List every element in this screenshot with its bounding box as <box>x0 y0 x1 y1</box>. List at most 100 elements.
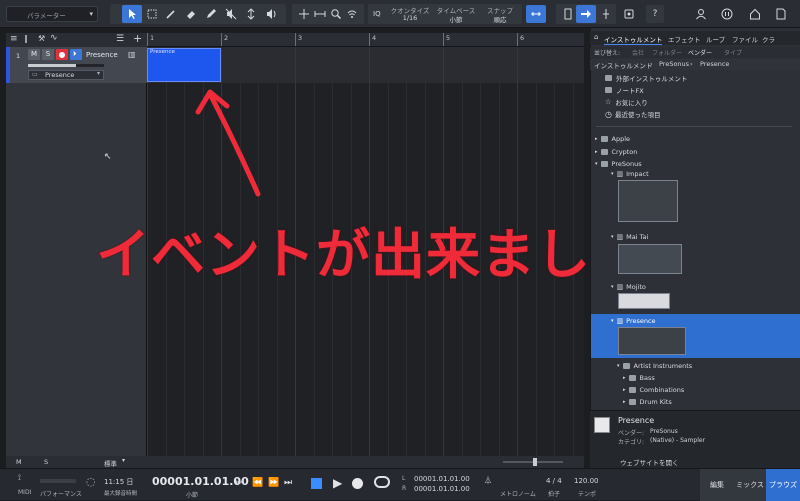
solo-button[interactable]: S <box>42 49 54 60</box>
arrange-scrollbar[interactable] <box>147 456 584 468</box>
tree-item-presence[interactable]: ▾ ▥ Presence <box>611 316 656 326</box>
tree-item-artist[interactable]: ▾ Artist Instruments <box>617 361 692 371</box>
quantize-value[interactable]: 1/16 <box>388 14 432 22</box>
tree-label: お気に入り <box>615 99 648 107</box>
breadcrumb-item[interactable]: PreSonus <box>659 60 689 68</box>
sort-folder[interactable]: フォルダー <box>652 48 682 57</box>
browser-tab[interactable]: ループ <box>706 33 725 45</box>
zoom-button[interactable] <box>328 5 344 23</box>
cursor-follows-button[interactable] <box>296 5 312 23</box>
browser-tab[interactable]: エフェクト <box>668 33 701 45</box>
tree-item-combinations[interactable]: ▸ Combinations <box>623 385 684 395</box>
menu-icon[interactable]: ≡ <box>10 34 18 44</box>
tree-item-drumkits[interactable]: ▸ Drum Kits <box>623 397 672 407</box>
position-display[interactable]: 00001.01.01.00 <box>152 475 249 488</box>
mute-button[interactable]: M <box>28 49 40 60</box>
tree-item-recent[interactable]: ◷ 最近使った項目 <box>605 109 660 120</box>
home-small-icon[interactable]: ⌂ <box>594 33 598 41</box>
timeline-ruler[interactable]: 1 2 3 4 5 6 <box>147 33 584 47</box>
tree-item-crypton[interactable]: ▸ Crypton <box>595 147 637 157</box>
tree-item-external[interactable]: 外部インストゥルメント <box>605 73 687 83</box>
tree-item-maitai[interactable]: ▾ ▥ Mai Tai <box>611 232 648 242</box>
iq-label[interactable]: IQ <box>373 10 381 18</box>
browser-arrow-button[interactable] <box>576 5 596 23</box>
autoscroll-button[interactable] <box>344 5 360 23</box>
list-icon[interactable]: ☰ <box>116 34 124 44</box>
instrument-select[interactable]: ▭ Presence ▾ <box>28 70 104 80</box>
footer-mute[interactable]: M <box>16 458 22 466</box>
rewind-start-icon[interactable]: ⏮ <box>236 478 244 488</box>
browser-tab[interactable]: ファイル <box>732 33 758 45</box>
sort-type[interactable]: タイプ <box>724 48 742 57</box>
loop-icon[interactable] <box>374 476 390 488</box>
instrument-event[interactable]: Presence <box>147 48 221 82</box>
tree-item-impact[interactable]: ▾ ▥ Impact <box>611 169 649 179</box>
footer-solo[interactable]: S <box>44 458 48 466</box>
range-tool-button[interactable] <box>143 5 161 23</box>
rewind-icon[interactable]: ⏪ <box>252 478 263 488</box>
tempo-value[interactable]: 120.00 <box>574 477 599 485</box>
mute-tool-button[interactable] <box>222 5 240 23</box>
edit-button[interactable]: 編集 <box>700 469 734 501</box>
time-signature[interactable]: 4 / 4 <box>546 477 562 485</box>
snap-toggle-button[interactable] <box>526 5 546 23</box>
mouse-cursor-icon: ↖ <box>104 152 112 162</box>
help-button[interactable]: ? <box>646 5 664 23</box>
split-tool-button[interactable] <box>162 5 180 23</box>
marker-button[interactable] <box>598 5 614 23</box>
play-icon[interactable]: ▶ <box>333 476 342 490</box>
parameter-dropdown[interactable]: パラメーター ▾ <box>6 6 98 22</box>
bend-tool-button[interactable] <box>242 5 260 23</box>
mix-button[interactable]: ミックス <box>734 469 766 501</box>
breadcrumb-item[interactable]: Presence <box>700 60 729 68</box>
browser-tab[interactable]: クラ <box>762 33 775 45</box>
sort-vendor[interactable]: ベンダー <box>688 48 712 57</box>
ruler-tick <box>147 33 148 46</box>
timebase-value[interactable]: 小節 <box>434 14 478 24</box>
metronome-icon[interactable]: ⏃ <box>484 475 492 486</box>
tree-item-notefx[interactable]: ノートFX <box>605 85 644 95</box>
automation-icon[interactable]: ∿ <box>50 33 58 43</box>
marker-icon <box>603 9 609 19</box>
wrench-icon[interactable]: ⚒ <box>38 34 45 43</box>
forward-icon[interactable]: ⏩ <box>268 478 279 488</box>
add-track-icon[interactable]: + <box>133 32 142 45</box>
paint-tool-button[interactable] <box>202 5 220 23</box>
arrow-tool-button[interactable] <box>122 5 142 23</box>
snapshot-button[interactable] <box>620 5 638 23</box>
volume-slider[interactable] <box>28 64 104 67</box>
loop-start[interactable]: 00001.01.01.00 <box>414 475 470 483</box>
editor-view-button[interactable] <box>560 5 576 23</box>
project-button[interactable] <box>772 5 790 23</box>
tree-item-mojito[interactable]: ▾ ▥ Mojito <box>611 282 646 292</box>
breadcrumb-item[interactable]: インストゥルメント <box>594 60 652 70</box>
listen-tool-button[interactable] <box>262 5 280 23</box>
footer-standard[interactable]: 標準 <box>104 458 117 468</box>
pause-button[interactable] <box>718 5 736 23</box>
snap-value[interactable]: 順応 <box>478 14 522 24</box>
record-button[interactable] <box>352 478 363 489</box>
sort-company[interactable]: 会社 <box>632 48 644 57</box>
forward-end-icon[interactable]: ⏭ <box>284 478 292 488</box>
record-arm-button[interactable] <box>56 49 68 60</box>
track-name[interactable]: Presence <box>86 51 118 59</box>
tree-item-apple[interactable]: ▸ Apple <box>595 134 630 144</box>
browse-button[interactable]: ブラウズ <box>766 469 800 501</box>
browser-tab[interactable]: インストゥルメント <box>604 33 663 45</box>
profile-button[interactable] <box>692 5 710 23</box>
loop-end[interactable]: 00001.01.01.00 <box>414 485 470 493</box>
tree-item-presonus[interactable]: ▾ PreSonus <box>595 159 642 169</box>
stop-button[interactable] <box>311 478 322 489</box>
open-website-link[interactable]: ウェブサイトを開く <box>620 457 679 467</box>
stretch-button[interactable] <box>312 5 328 23</box>
home-button[interactable] <box>746 5 764 23</box>
eraser-tool-button[interactable] <box>182 5 200 23</box>
tree-item-favorites[interactable]: ☆ お気に入り <box>605 97 648 107</box>
chevron-down-icon: ▾ <box>611 318 614 324</box>
columns-icon[interactable]: ‖ <box>24 34 28 43</box>
zoom-handle[interactable] <box>533 458 537 466</box>
monitor-button[interactable]: ⏵ <box>70 49 82 60</box>
tree-item-bass[interactable]: ▸ Bass <box>623 373 655 383</box>
chevron-down-icon: ▾ <box>617 363 620 369</box>
track-row[interactable]: 1 M S ⏵ Presence ▥ ▭ Presence ▾ <box>6 47 147 83</box>
